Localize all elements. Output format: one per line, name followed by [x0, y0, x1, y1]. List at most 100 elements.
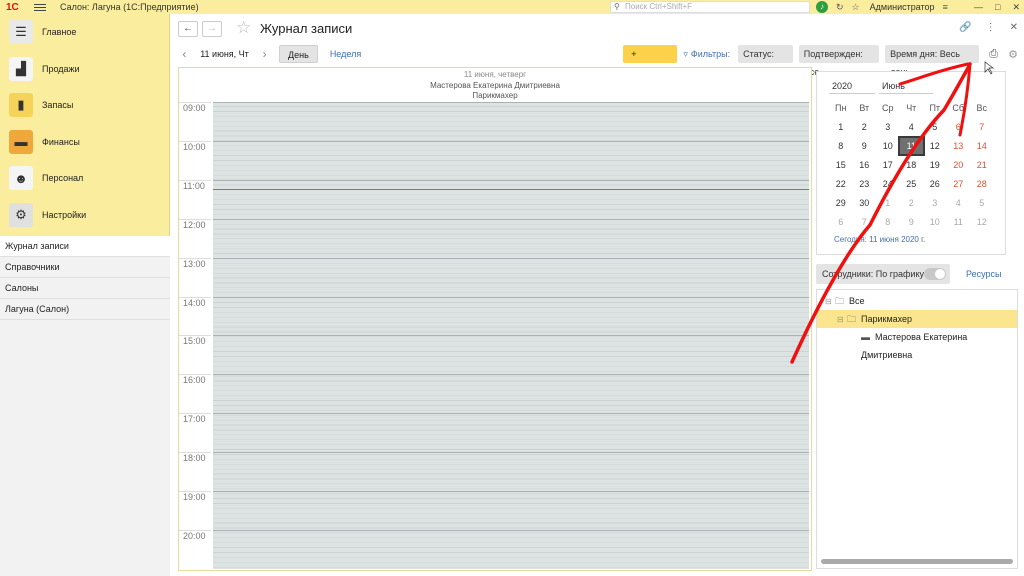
tree-node-hairdresser[interactable]: ⊟ 🗀 Парикмахер — [817, 310, 1017, 328]
subnav-item-salons[interactable]: Салоны — [0, 278, 170, 299]
today-link[interactable]: Сегодня: 11 июня 2020 г. — [834, 235, 925, 244]
calendar-day[interactable]: 5 — [923, 122, 947, 132]
calendar-day[interactable]: 3 — [923, 198, 947, 208]
calendar-day[interactable]: 4 — [947, 198, 971, 208]
calendar-day[interactable]: 12 — [923, 141, 947, 151]
hour-gridline — [213, 218, 809, 220]
sidebar-section-5[interactable]: ⚙ Настройки — [0, 197, 169, 234]
favorite-star-icon[interactable]: ☆ — [236, 18, 251, 38]
day-view-button[interactable]: День — [279, 45, 318, 63]
calendar-day[interactable]: 7 — [853, 217, 877, 227]
calendar-day[interactable]: 27 — [947, 179, 971, 189]
month-select[interactable]: Июнь — [879, 78, 933, 94]
sidebar-section-1[interactable]: ▟ Продажи — [0, 51, 169, 88]
sidebar-section-label: Персонал — [42, 173, 84, 184]
folder-icon: 🗀 — [835, 296, 845, 306]
maximize-icon[interactable]: □ — [995, 2, 1000, 12]
sidebar-section-3[interactable]: ▬ Финансы — [0, 124, 169, 161]
calendar-day[interactable]: 11 — [897, 135, 925, 156]
calendar-day[interactable]: 28 — [970, 179, 994, 189]
calendar-day[interactable]: 7 — [970, 122, 994, 132]
calendar-day[interactable]: 20 — [947, 160, 971, 170]
calendar-day[interactable]: 15 — [829, 160, 853, 170]
notifications-bell-icon[interactable]: ♪ — [816, 1, 828, 13]
calendar-day[interactable]: 2 — [853, 122, 877, 132]
filter-chip-status[interactable]: Статус: Все — [738, 45, 793, 77]
forward-arrow-icon[interactable]: → — [202, 21, 222, 37]
history-icon[interactable]: ↻ — [836, 2, 844, 13]
settings-lines-icon[interactable]: ≡ — [943, 2, 948, 12]
week-view-link[interactable]: Неделя — [322, 45, 369, 63]
next-date-chevron-icon[interactable]: › — [258, 47, 271, 61]
sidebar-section-2[interactable]: ▮ Запасы — [0, 87, 169, 124]
sidebar-section-4[interactable]: ☻ Персонал — [0, 160, 169, 197]
back-arrow-icon[interactable]: ← — [178, 21, 198, 37]
calendar-day[interactable]: 22 — [829, 179, 853, 189]
filters-label[interactable]: Фильтры: — [691, 49, 730, 59]
time-tick — [179, 491, 211, 492]
calendar-day[interactable]: 30 — [853, 198, 877, 208]
calendar-day[interactable]: 5 — [970, 198, 994, 208]
calendar-day[interactable]: 3 — [876, 122, 900, 132]
calendar-day[interactable]: 10 — [923, 217, 947, 227]
tree-node-employee[interactable]: ▬ Мастерова Екатерина Дмитриевна — [817, 328, 1017, 360]
sidebar-section-0[interactable]: ☰ Главное — [0, 14, 169, 51]
weekday-header: Сб — [952, 102, 965, 113]
more-vertical-icon[interactable]: ⋮ — [986, 22, 996, 33]
filter-chip-confirmed[interactable]: Подтвержден: Все — [798, 45, 880, 77]
calendar-day[interactable]: 4 — [900, 122, 924, 132]
calendar-day[interactable]: 12 — [970, 217, 994, 227]
calendar-day[interactable]: 8 — [829, 141, 853, 151]
calendar-day[interactable]: 16 — [853, 160, 877, 170]
filter-chip-time-of-day[interactable]: Время дня: Весь день — [885, 45, 980, 77]
calendar-day[interactable]: 10 — [876, 141, 900, 151]
collapse-minus-icon[interactable]: ⊟ — [837, 311, 844, 329]
menu-icon[interactable] — [34, 3, 46, 11]
calendar-day[interactable]: 29 — [829, 198, 853, 208]
prev-date-chevron-icon[interactable]: ‹ — [178, 47, 191, 61]
calendar-day[interactable]: 6 — [947, 122, 971, 132]
calendar-day[interactable]: 14 — [970, 141, 994, 151]
toggle-switch[interactable] — [924, 268, 946, 280]
close-window-icon[interactable]: ✕ — [1012, 2, 1020, 13]
minimize-icon[interactable]: — — [974, 2, 983, 12]
year-select[interactable]: 2020 — [829, 78, 875, 94]
subnav-item-appointments[interactable]: Журнал записи — [0, 236, 170, 257]
calendar-day[interactable]: 18 — [900, 160, 924, 170]
staff-schedule-toggle[interactable]: Сотрудники: По графику — [816, 264, 950, 284]
calendar-day[interactable]: 9 — [853, 141, 877, 151]
horizontal-scrollbar[interactable] — [821, 559, 1013, 564]
link-icon[interactable]: 🔗 — [959, 22, 971, 33]
tree-node-all[interactable]: ⊟ 🗀 Все — [817, 292, 1017, 310]
print-icon[interactable]: ⎙ — [989, 48, 998, 61]
calendar-day[interactable]: 2 — [900, 198, 924, 208]
subnav-item-catalogs[interactable]: Справочники — [0, 257, 170, 278]
favorites-star-icon[interactable]: ☆ — [852, 2, 860, 13]
settings-gear-icon[interactable]: ⚙ — [1008, 48, 1018, 61]
calendar-day[interactable]: 25 — [900, 179, 924, 189]
calendar-day[interactable]: 23 — [853, 179, 877, 189]
collapse-minus-icon[interactable]: ⊟ — [825, 293, 832, 311]
calendar-day[interactable]: 1 — [829, 122, 853, 132]
calendar-day[interactable]: 13 — [947, 141, 971, 151]
calendar-day[interactable]: 19 — [923, 160, 947, 170]
current-date[interactable]: 11 июня, Чт — [191, 49, 259, 59]
hour-gridline — [213, 491, 809, 492]
create-sale-button[interactable]: + Прода... — [623, 45, 678, 77]
close-form-icon[interactable]: ✕ — [1010, 22, 1018, 33]
schedule-day-header: 11 июня, четверг — [463, 70, 527, 79]
global-search-input[interactable]: ⚲ Поиск Ctrl+Shift+F — [610, 1, 810, 13]
calendar-day[interactable]: 8 — [876, 217, 900, 227]
calendar-day[interactable]: 26 — [923, 179, 947, 189]
calendar-day[interactable]: 11 — [947, 217, 971, 227]
calendar-day[interactable]: 6 — [829, 217, 853, 227]
hour-gridline — [213, 452, 809, 454]
calendar-day[interactable]: 21 — [970, 160, 994, 170]
calendar-day[interactable]: 9 — [900, 217, 924, 227]
calendar-day[interactable]: 1 — [876, 198, 900, 208]
calendar-day[interactable]: 17 — [876, 160, 900, 170]
resources-link[interactable]: Ресурсы — [966, 269, 1002, 279]
calendar-day[interactable]: 24 — [876, 179, 900, 189]
subnav-item-laguna-salon[interactable]: Лагуна (Салон) — [0, 299, 170, 320]
user-name[interactable]: Администратор — [870, 2, 935, 12]
